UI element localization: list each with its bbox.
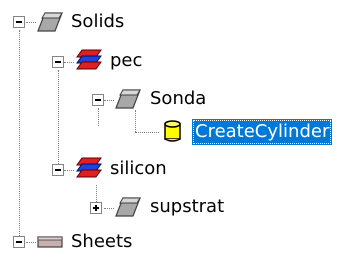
solid-icon [115,89,141,109]
collapse-toggle[interactable] [52,164,64,176]
tree-node-label[interactable]: Sheets [68,229,135,255]
tree-node-label-selected[interactable]: CreateCylinder [192,119,333,145]
material-icon [76,49,102,70]
tree-node-label[interactable]: pec [107,48,145,74]
tree-connector [19,30,20,242]
tree-connector [64,170,74,171]
solid-icon [37,12,63,32]
collapse-toggle[interactable] [52,56,64,68]
tree-connector [26,242,36,243]
tree-node-label[interactable]: silicon [107,156,170,182]
tree-connector [26,22,36,23]
tree-connector [98,108,99,126]
tree-node-label[interactable]: Solids [68,9,127,35]
tree-connector [104,100,114,101]
collapse-toggle[interactable] [13,236,25,248]
tree-connector [135,132,159,133]
collapse-toggle[interactable] [92,94,104,106]
tree-connector [58,70,59,166]
collapse-toggle[interactable] [13,16,25,28]
sheet-icon [37,236,63,248]
tree-node-label[interactable]: Sonda [147,86,209,112]
tree-connector [64,62,74,63]
expand-toggle[interactable] [90,202,102,214]
material-icon [76,157,102,178]
cylinder-icon [164,120,181,142]
tree-node-label[interactable]: supstrat [147,194,227,220]
tree-connector [135,110,136,132]
solid-icon [115,197,141,217]
tree-connector [104,208,114,209]
project-tree: Solids pec Sonda CreateCylinder silicon … [0,0,352,258]
